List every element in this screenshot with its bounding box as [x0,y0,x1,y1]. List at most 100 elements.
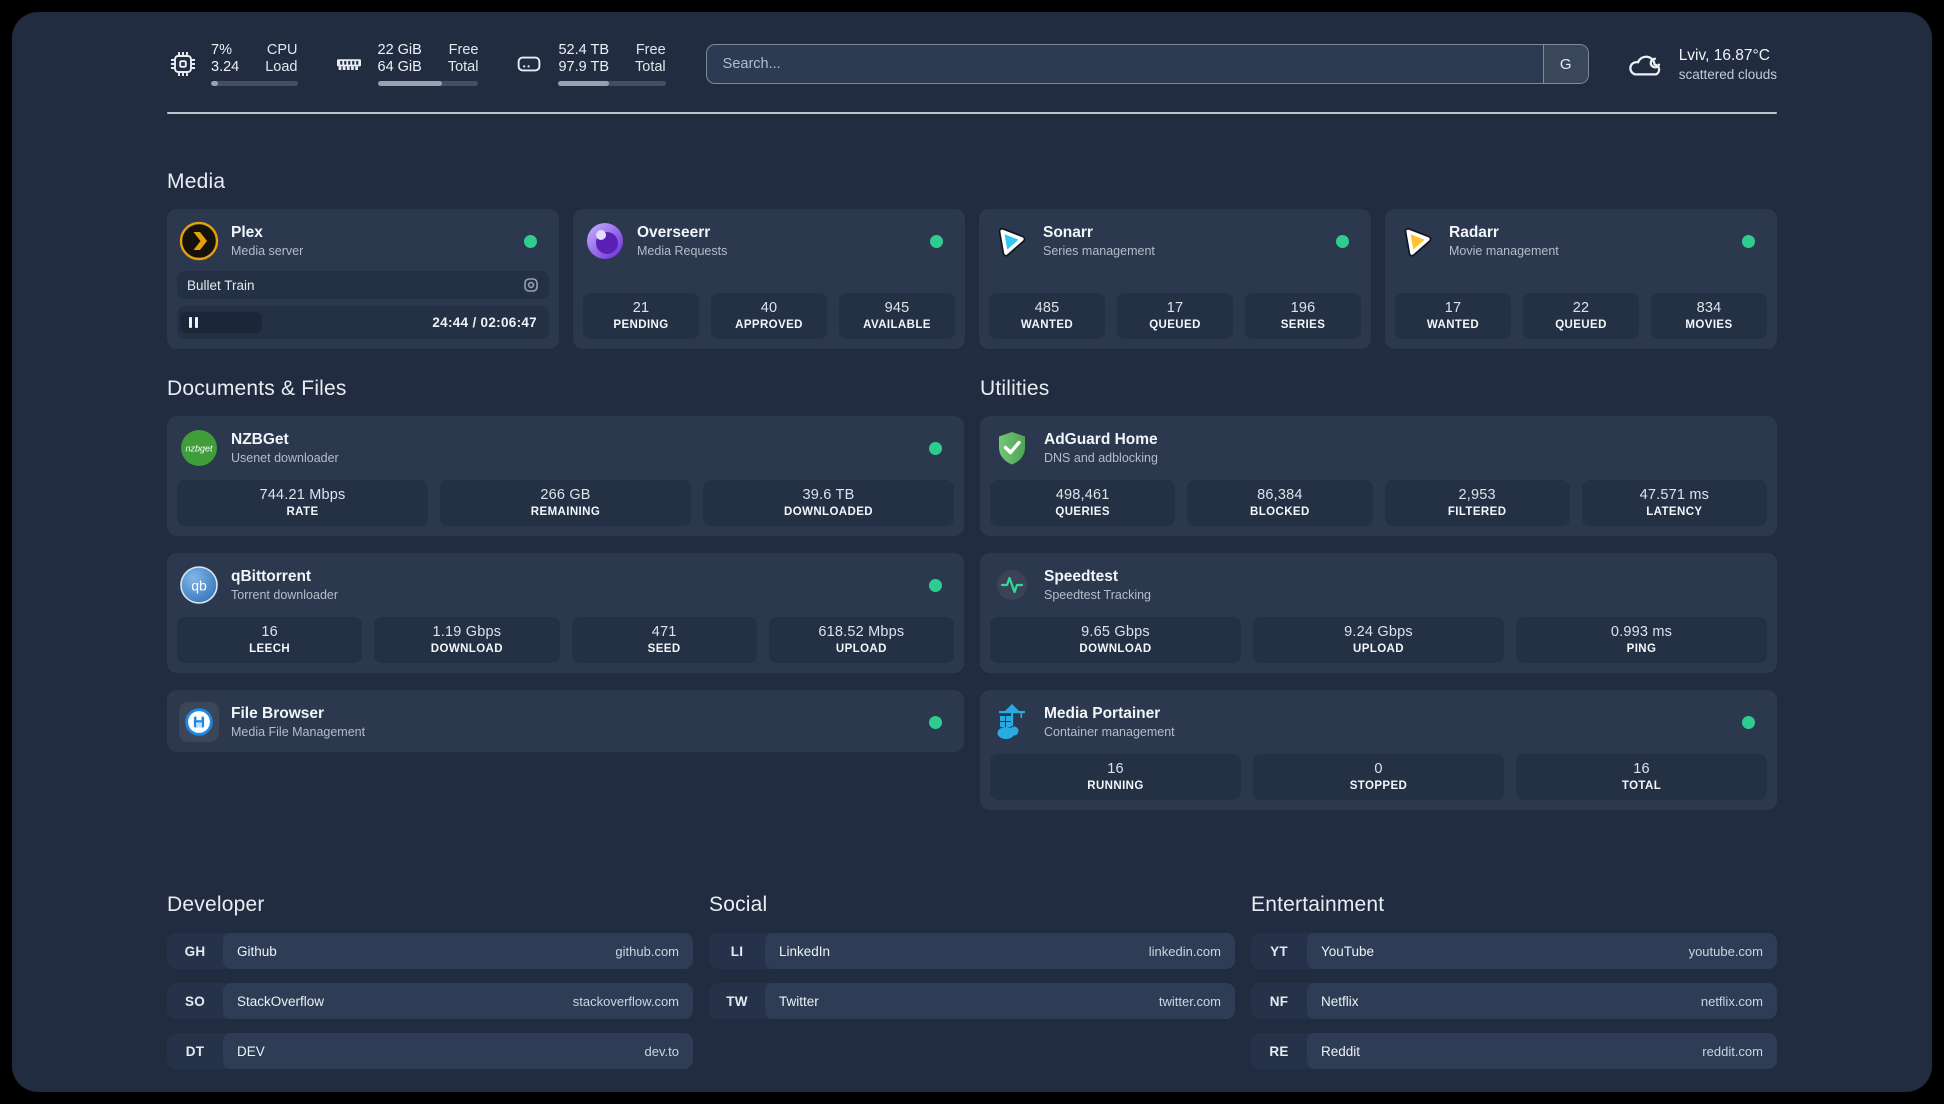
adguard-icon [992,428,1032,468]
link-name: StackOverflow [237,993,325,1009]
link-url: linkedin.com [1148,943,1221,959]
app-title: Plex [231,224,263,241]
cpu-label: CPU [266,42,298,58]
ram-widget: 22 GiB Free 64 GiB Total [332,42,479,86]
weather-widget: Lviv, 16.87°C scattered clouds [1625,46,1777,82]
status-dot [929,441,942,455]
ram-total-label: Total [447,59,479,75]
link-abbr: YT [1270,943,1288,959]
section-title-utilities: Utilities [980,377,1050,400]
app-title: Media Portainer [1044,705,1161,722]
search-bar: G [705,44,1589,84]
link-abbr: GH [184,943,206,959]
app-card-plex[interactable]: Plex Media server Bullet Train 24:44 / 0… [167,209,559,349]
stat-tile: 618.52 Mbps UPLOAD [768,617,954,663]
links-column-social: Social LI LinkedIn linkedin.com TW Twitt… [709,893,1235,1083]
sonarr-icon [991,221,1031,261]
app-card-portainer[interactable]: Media Portainer Container management 16 R… [980,690,1777,810]
status-dot [929,715,942,729]
link-reddit[interactable]: RE Reddit reddit.com [1251,1033,1777,1069]
stat-tile: 9.65 Gbps DOWNLOAD [990,617,1241,663]
status-dot [524,234,537,248]
now-playing-title: Bullet Train [187,277,255,293]
app-subtitle: Container management [1044,725,1175,739]
link-name: Github [237,943,277,959]
pause-icon[interactable] [189,317,198,328]
overseerr-icon [585,221,625,261]
app-card-qbittorrent[interactable]: qb qBittorrent Torrent downloader 16 LEEC… [167,553,964,673]
link-name: DEV [237,1043,265,1059]
link-abbr: NF [1269,993,1289,1009]
disk-icon [512,48,546,80]
app-subtitle: Torrent downloader [231,588,339,602]
app-subtitle: Media Requests [637,244,728,258]
link-github[interactable]: GH Github github.com [167,933,693,969]
app-card-filebrowser[interactable]: File Browser Media File Management [167,690,964,752]
app-card-adguard[interactable]: AdGuard Home DNS and adblocking 498,461 Q… [980,416,1777,536]
ram-free-value: 22 GiB [377,42,422,58]
ram-free-label: Free [448,42,479,58]
stat-tile: 1.19 Gbps DOWNLOAD [374,617,560,663]
speedtest-icon [992,565,1032,605]
link-url: stackoverflow.com [572,993,679,1009]
disk-total-value: 97.9 TB [558,59,610,75]
link-url: github.com [615,943,679,959]
stat-tile: 945 AVAILABLE [839,293,955,339]
section-title-entertainment: Entertainment [1251,893,1385,916]
search-input[interactable] [706,45,1543,83]
app-subtitle: Movie management [1449,244,1559,258]
app-card-radarr[interactable]: Radarr Movie management 17 WANTED 22 QUEUE… [1385,209,1777,349]
link-netflix[interactable]: NF Netflix netflix.com [1251,983,1777,1019]
link-abbr: LI [730,943,744,959]
app-card-overseerr[interactable]: Overseerr Media Requests 21 PENDING 40 APP… [573,209,965,349]
stat-tile: 471 SEED [571,617,757,663]
app-subtitle: Media File Management [231,725,366,739]
playback-progress: 24:44 / 02:06:47 [177,306,549,339]
app-card-speedtest[interactable]: Speedtest Speedtest Tracking 9.65 Gbps DO… [980,553,1777,673]
ram-icon [332,48,366,80]
session-icon [523,277,539,293]
link-youtube[interactable]: YT YouTube youtube.com [1251,933,1777,969]
link-name: Twitter [779,993,819,1009]
weather-condition: scattered clouds [1678,66,1777,82]
now-playing-row: Bullet Train [177,271,549,299]
app-title: Overseerr [637,224,711,241]
section-title-media: Media [167,170,226,193]
weather-location-temp: Lviv, 16.87°C [1678,46,1770,64]
cpu-load-value: 3.24 [211,59,240,75]
link-name: YouTube [1321,943,1375,959]
cpu-icon [167,48,199,80]
stat-tile: 485 WANTED [989,293,1105,339]
disk-free-label: Free [635,42,666,58]
link-abbr: RE [1269,1043,1289,1059]
svg-text:qb: qb [191,578,207,594]
qbittorrent-icon: qb [179,565,219,605]
link-stackoverflow[interactable]: SO StackOverflow stackoverflow.com [167,983,693,1019]
status-dot [1336,234,1349,248]
header-divider [167,112,1777,114]
app-title: qBittorrent [231,568,312,585]
status-dot [1742,715,1755,729]
app-subtitle: Series management [1043,244,1155,258]
disk-total-label: Total [635,59,666,75]
top-bar: 7% CPU 3.24 Load 22 GiB Free 64 GiB Tota… [167,12,1777,86]
link-url: netflix.com [1700,993,1763,1009]
app-title: Speedtest [1044,568,1119,585]
app-title: NZBGet [231,431,289,448]
status-dot [1742,234,1755,248]
link-name: Netflix [1321,993,1359,1009]
section-title-documents: Documents & Files [167,377,347,400]
app-card-sonarr[interactable]: Sonarr Series management 485 WANTED 17 QUE… [979,209,1371,349]
link-twitter[interactable]: TW Twitter twitter.com [709,983,1235,1019]
stat-tile: 266 GB REMAINING [440,480,691,526]
link-dev[interactable]: DT DEV dev.to [167,1033,693,1069]
search-engine-button[interactable]: G [1542,45,1588,83]
app-title: Sonarr [1043,224,1093,241]
app-subtitle: Media server [231,244,304,258]
cpu-widget: 7% CPU 3.24 Load [167,42,298,86]
section-title-social: Social [709,893,768,916]
cpu-usage-value: 7% [211,42,232,58]
app-card-nzbget[interactable]: nzbget NZBGet Usenet downloader 744.21 M… [167,416,964,536]
link-linkedin[interactable]: LI LinkedIn linkedin.com [709,933,1235,969]
stat-tile: 17 QUEUED [1117,293,1233,339]
